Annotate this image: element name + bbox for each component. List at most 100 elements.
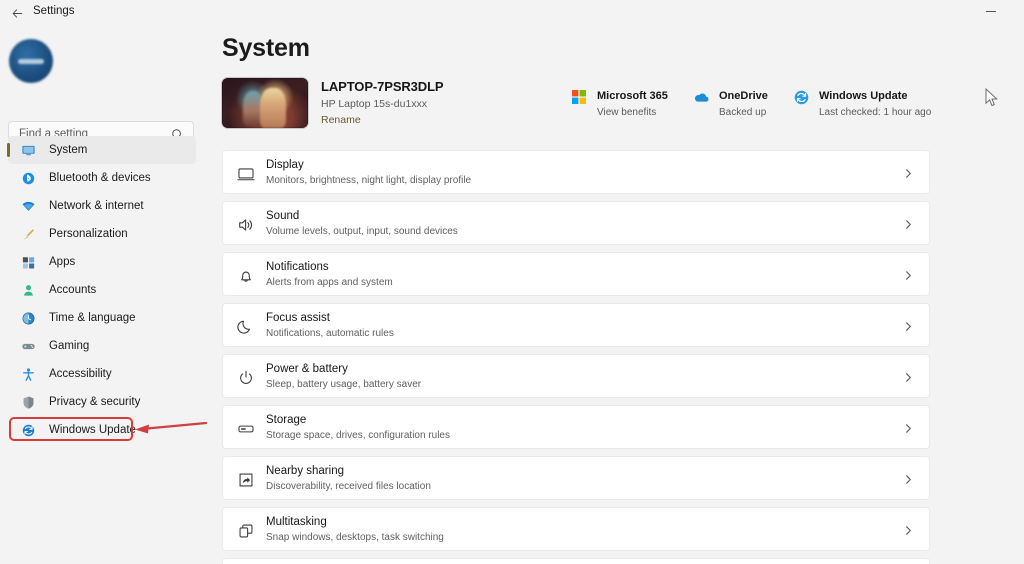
sidebar-item-system[interactable]: System bbox=[7, 136, 196, 164]
sidebar-item-personalization[interactable]: Personalization bbox=[8, 220, 196, 248]
sidebar-item-label: Windows Update bbox=[49, 424, 136, 436]
settings-row-subtitle: Monitors, brightness, night light, displ… bbox=[266, 174, 472, 186]
device-model: HP Laptop 15s-du1xxx bbox=[321, 98, 428, 110]
chevron-right-icon[interactable] bbox=[901, 370, 915, 384]
settings-row-title: Focus assist bbox=[266, 311, 330, 324]
settings-row-title: Sound bbox=[266, 209, 300, 222]
chevron-right-icon[interactable] bbox=[901, 319, 915, 333]
moon-icon bbox=[236, 317, 255, 336]
settings-row-title: Nearby sharing bbox=[266, 464, 344, 477]
sidebar-item-apps[interactable]: Apps bbox=[8, 248, 196, 276]
device-name: LAPTOP-7PSR3DLP bbox=[321, 79, 444, 94]
minimize-icon bbox=[986, 10, 996, 12]
status-card-onedrive[interactable]: OneDrive Backed up bbox=[692, 86, 768, 118]
windows-update-icon bbox=[792, 88, 810, 106]
settings-row-text: Display Monitors, brightness, night ligh… bbox=[266, 159, 471, 186]
sidebar-nav: System Bluetooth & devices Network & int… bbox=[4, 136, 200, 444]
paintbrush-icon bbox=[20, 226, 36, 242]
accessibility-person-icon bbox=[20, 366, 36, 382]
chevron-right-icon[interactable] bbox=[901, 421, 915, 435]
chevron-right-icon[interactable] bbox=[901, 166, 915, 180]
sidebar-item-label: Time & language bbox=[49, 312, 136, 324]
profile-email bbox=[64, 63, 199, 74]
status-card-title: Windows Update bbox=[819, 90, 908, 102]
shield-icon bbox=[20, 394, 36, 410]
monitor-icon bbox=[20, 142, 36, 158]
user-profile[interactable] bbox=[9, 36, 199, 86]
status-card-text: Windows Update Last checked: 1 hour ago bbox=[819, 86, 931, 118]
settings-window: Settings Find a setting System Bluetooth… bbox=[0, 0, 1024, 564]
chevron-right-icon[interactable] bbox=[901, 268, 915, 282]
sidebar-item-privacy-security[interactable]: Privacy & security bbox=[8, 388, 196, 416]
status-card-subtitle: Last checked: 1 hour ago bbox=[819, 107, 932, 118]
settings-row-display[interactable]: Display Monitors, brightness, night ligh… bbox=[222, 150, 930, 194]
chevron-right-icon[interactable] bbox=[901, 472, 915, 486]
settings-row-partial[interactable] bbox=[222, 558, 930, 564]
share-icon bbox=[236, 470, 255, 489]
speaker-icon bbox=[236, 215, 255, 234]
drive-icon bbox=[236, 419, 255, 438]
title-bar: Settings bbox=[0, 0, 1024, 26]
settings-row-sound[interactable]: Sound Volume levels, output, input, soun… bbox=[222, 201, 930, 245]
sidebar-item-label: Accounts bbox=[49, 284, 97, 296]
settings-row-text: Multitasking Snap windows, desktops, tas… bbox=[266, 516, 444, 543]
profile-name bbox=[64, 48, 199, 60]
settings-row-subtitle: Volume levels, output, input, sound devi… bbox=[266, 225, 458, 237]
sidebar-item-bluetooth-devices[interactable]: Bluetooth & devices bbox=[8, 164, 196, 192]
settings-row-title: Storage bbox=[266, 413, 307, 426]
status-card-text: Microsoft 365 View benefits bbox=[597, 86, 668, 118]
settings-row-subtitle: Storage space, drives, configuration rul… bbox=[266, 429, 450, 441]
sidebar-item-label: Apps bbox=[49, 256, 76, 268]
settings-row-power-battery[interactable]: Power & battery Sleep, battery usage, ba… bbox=[222, 354, 930, 398]
settings-row-storage[interactable]: Storage Storage space, drives, configura… bbox=[222, 405, 930, 449]
status-card-subtitle: Backed up bbox=[719, 107, 767, 118]
settings-list: Display Monitors, brightness, night ligh… bbox=[222, 150, 930, 564]
profile-text bbox=[64, 48, 199, 74]
gamepad-icon bbox=[20, 338, 36, 354]
settings-row-subtitle: Notifications, automatic rules bbox=[266, 327, 394, 339]
page-title: System bbox=[222, 34, 310, 62]
chevron-right-icon[interactable] bbox=[901, 523, 915, 537]
rename-link[interactable]: Rename bbox=[321, 114, 444, 126]
sidebar-item-windows-update[interactable]: Windows Update bbox=[8, 416, 196, 444]
status-card-text: OneDrive Backed up bbox=[719, 86, 768, 118]
status-card-microsoft-365[interactable]: Microsoft 365 View benefits bbox=[570, 86, 668, 118]
settings-row-subtitle: Discoverability, received files location bbox=[266, 480, 431, 492]
status-cards: Microsoft 365 View benefits OneDrive Bac… bbox=[570, 86, 990, 128]
back-button[interactable] bbox=[7, 3, 27, 23]
sidebar-item-label: Accessibility bbox=[49, 368, 112, 380]
sidebar-item-label: Privacy & security bbox=[49, 396, 141, 408]
desktop-wallpaper-thumbnail bbox=[222, 78, 308, 128]
settings-row-title: Power & battery bbox=[266, 362, 348, 375]
sidebar-item-gaming[interactable]: Gaming bbox=[8, 332, 196, 360]
sidebar-item-label: Network & internet bbox=[49, 200, 144, 212]
avatar bbox=[9, 39, 53, 83]
settings-row-notifications[interactable]: Notifications Alerts from apps and syste… bbox=[222, 252, 930, 296]
sidebar-item-accessibility[interactable]: Accessibility bbox=[8, 360, 196, 388]
content-area: System LAPTOP-7PSR3DLP HP Laptop 15s-du1… bbox=[204, 26, 1024, 564]
settings-row-multitasking[interactable]: Multitasking Snap windows, desktops, tas… bbox=[222, 507, 930, 551]
status-card-title: Microsoft 365 bbox=[597, 90, 668, 102]
bluetooth-icon bbox=[20, 170, 36, 186]
settings-row-text: Storage Storage space, drives, configura… bbox=[266, 414, 450, 441]
sidebar-item-time-language[interactable]: Time & language bbox=[8, 304, 196, 332]
power-icon bbox=[236, 368, 255, 387]
person-icon bbox=[20, 282, 36, 298]
settings-row-title: Multitasking bbox=[266, 515, 327, 528]
minimize-button[interactable] bbox=[980, 2, 1002, 20]
chevron-right-icon[interactable] bbox=[901, 217, 915, 231]
monitor-icon bbox=[236, 164, 255, 183]
sidebar: System Bluetooth & devices bbox=[0, 26, 204, 564]
settings-row-text: Power & battery Sleep, battery usage, ba… bbox=[266, 363, 421, 390]
sidebar-item-network-internet[interactable]: Network & internet bbox=[8, 192, 196, 220]
sidebar-item-accounts[interactable]: Accounts bbox=[8, 276, 196, 304]
microsoft-logo-icon bbox=[570, 88, 588, 106]
apps-grid-icon bbox=[20, 254, 36, 270]
settings-row-text: Focus assist Notifications, automatic ru… bbox=[266, 312, 394, 339]
settings-row-nearby-sharing[interactable]: Nearby sharing Discoverability, received… bbox=[222, 456, 930, 500]
status-card-windows-update[interactable]: Windows Update Last checked: 1 hour ago bbox=[792, 86, 931, 118]
window-title: Settings bbox=[33, 5, 75, 17]
settings-row-title: Display bbox=[266, 158, 304, 171]
sidebar-item-label: Personalization bbox=[49, 228, 128, 240]
settings-row-focus-assist[interactable]: Focus assist Notifications, automatic ru… bbox=[222, 303, 930, 347]
